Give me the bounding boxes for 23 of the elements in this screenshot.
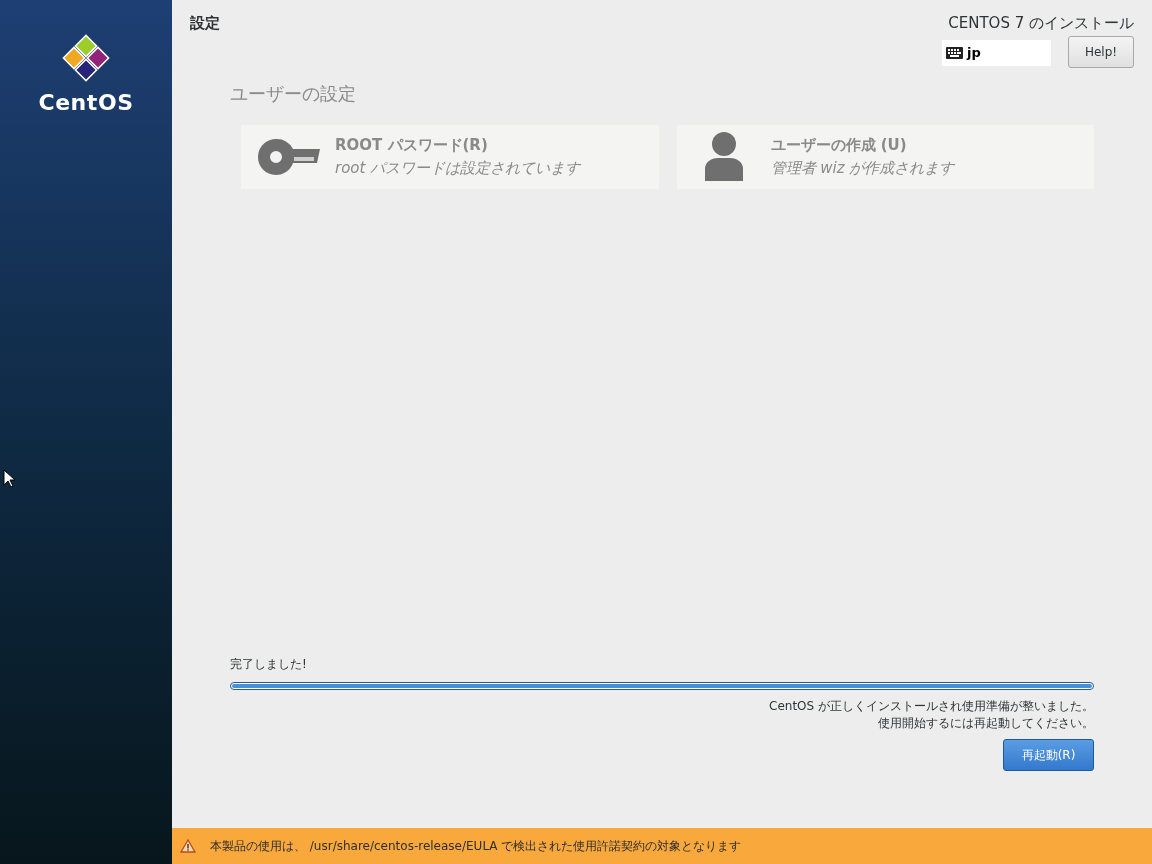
reboot-button[interactable]: 再起動(R)	[1003, 739, 1094, 771]
logo-icon	[62, 34, 110, 82]
section-title: ユーザーの設定	[230, 81, 357, 106]
key-icon	[256, 136, 320, 177]
product-title: CENTOS 7 のインストール	[948, 13, 1134, 34]
spoke-tile[interactable]: ユーザーの作成 (U) 管理者 wiz が作成されます	[676, 124, 1094, 189]
spoke-title: ROOT パスワード(R)	[335, 135, 489, 156]
logo-text: CentOS	[38, 89, 134, 117]
spoke-status: 管理者 wiz が作成されます	[770, 157, 955, 179]
keyboard-icon	[946, 46, 963, 59]
warning-icon	[180, 839, 196, 853]
help-button[interactable]: Help!	[1068, 35, 1134, 68]
spoke-title: ユーザーの作成 (U)	[770, 135, 908, 156]
spoke-tile[interactable]: ROOT パスワード(R) root パスワードは設定されています	[241, 124, 659, 189]
spoke-status: root パスワードは設定されています	[335, 157, 581, 179]
completion-message: CentOS が正しくインストールされ使用準備が整いました。	[769, 698, 1094, 715]
keyboard-layout-indicator[interactable]: jp	[942, 39, 1051, 66]
warning-text: 本製品の使用は、 /usr/share/centos-release/EULA で検出された使用許諾契約の対象となります	[210, 838, 742, 855]
page-title: 設定	[190, 13, 220, 34]
user-icon	[702, 130, 745, 183]
completion-message: 使用開始するには再起動してください。	[878, 715, 1094, 732]
mouse-cursor-icon	[3, 469, 15, 488]
progress-label: 完了しました!	[230, 656, 308, 673]
